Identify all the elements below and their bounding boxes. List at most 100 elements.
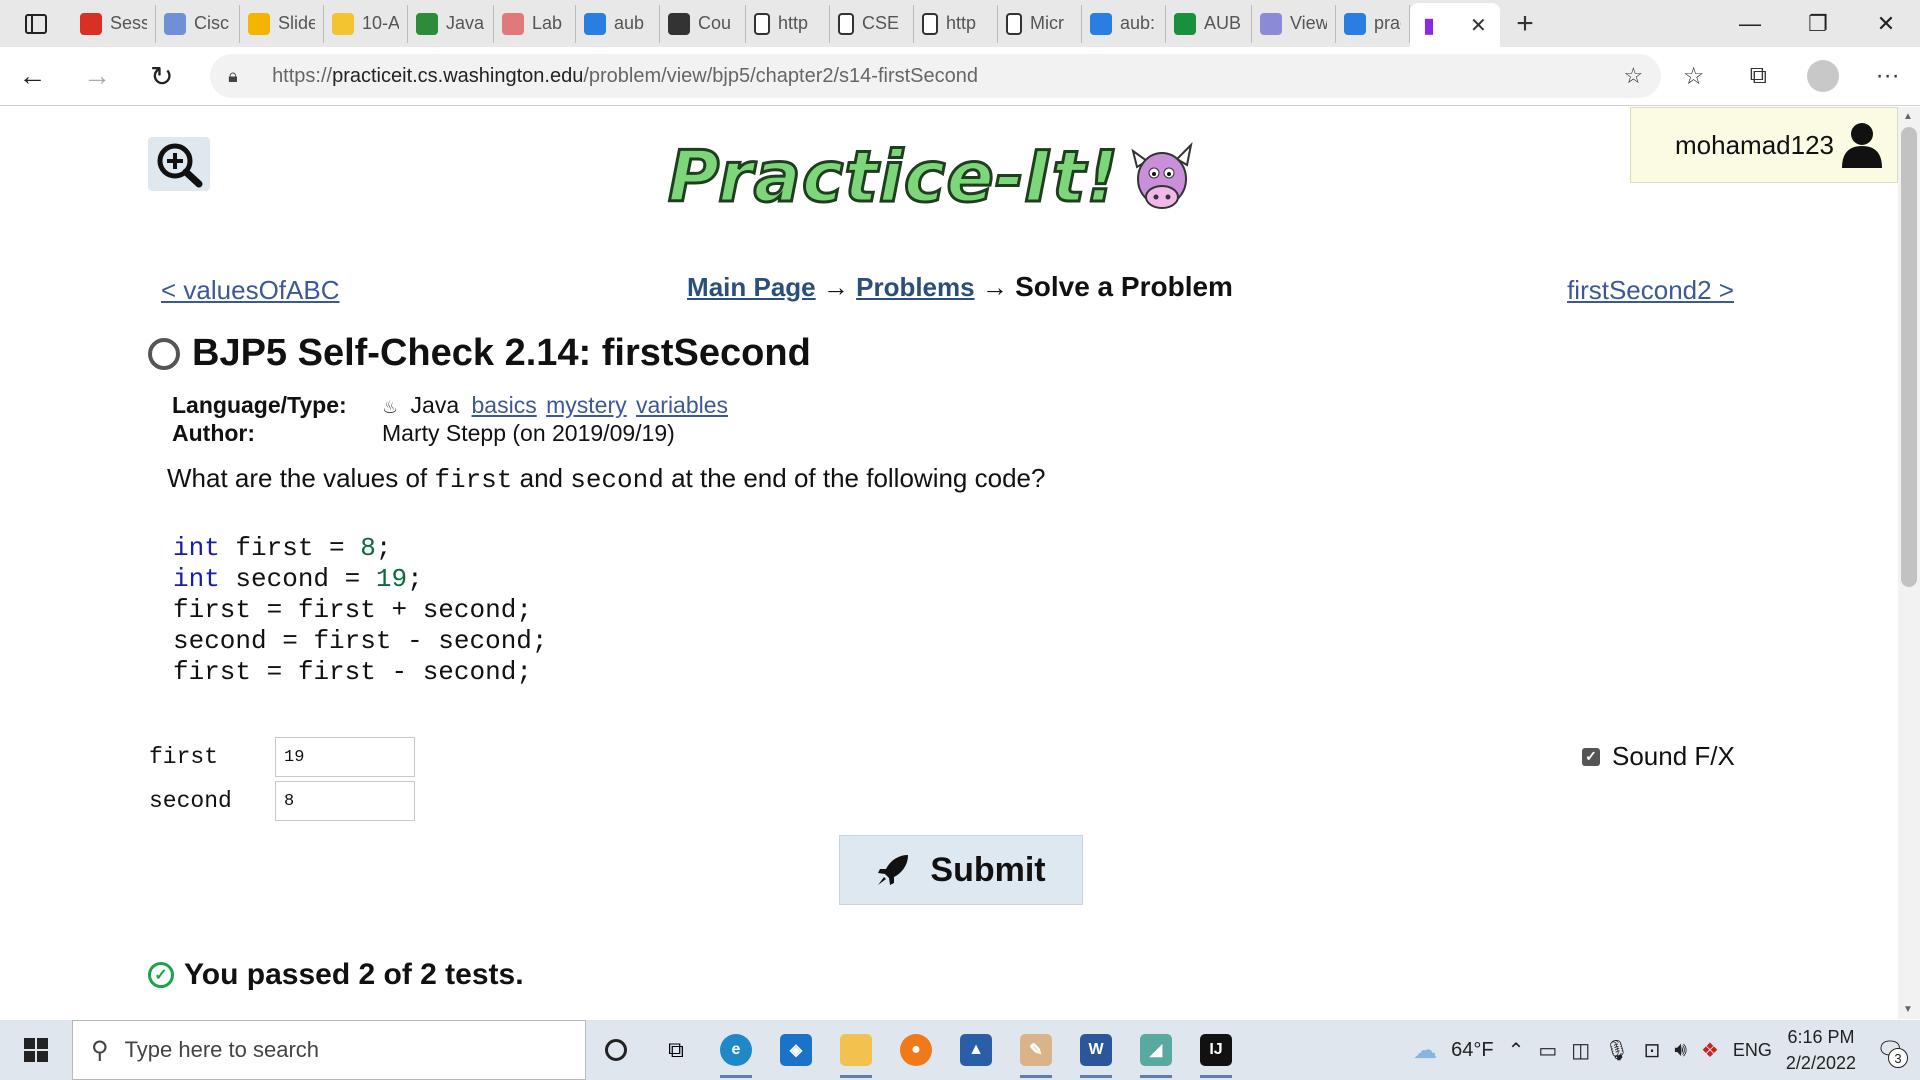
clock-date: 2/2/2022	[1785, 1053, 1856, 1073]
tab-title: CSE	[862, 13, 900, 33]
cortana-icon	[605, 1039, 627, 1061]
close-tab-icon[interactable]: ✕	[1470, 13, 1487, 38]
profile-button[interactable]	[1791, 47, 1856, 106]
browser-tab[interactable]: 10-A	[324, 4, 408, 43]
forward-button[interactable]: →	[65, 47, 130, 106]
url-field[interactable]: 🔒︎ https://practiceit.cs.washington.edu/…	[210, 54, 1662, 98]
task-view-button[interactable]: ⧉	[646, 1020, 706, 1080]
browser-tab[interactable]: aub	[576, 4, 660, 43]
answer-label-second: second	[149, 788, 232, 814]
microphone-icon[interactable]: 🎙︎	[1604, 1038, 1629, 1063]
practice-it-logo[interactable]: Practice-It!	[666, 127, 1193, 227]
network-icon[interactable]: ⊡	[1644, 1038, 1661, 1063]
browser-tab[interactable]: Slide	[240, 4, 324, 43]
taskbar-brave[interactable]: ●	[886, 1020, 946, 1080]
page-scrollbar[interactable]: ▲ ▼	[1898, 107, 1920, 1019]
browser-tab[interactable]: aub:	[1082, 4, 1166, 43]
taskbar-search-box[interactable]: ⚲ Type here to search	[72, 1020, 586, 1080]
browser-tab[interactable]: AUB	[1166, 4, 1252, 43]
zoom-in-button[interactable]	[148, 137, 210, 191]
page-content: Practice-It! mohamad123 < valuesOfABC Ma…	[0, 107, 1898, 1019]
page-icon	[922, 12, 938, 35]
user-box[interactable]: mohamad123	[1630, 107, 1898, 183]
question-text: What are the values of first and second …	[167, 463, 1046, 495]
tab-actions-button[interactable]	[0, 0, 72, 47]
problem-meta: Language/Type: ♨ Java basics mystery var…	[172, 391, 728, 447]
tab-title: Cisc	[194, 13, 229, 33]
browser-tab[interactable]: http	[746, 4, 830, 43]
tab-title: aub:	[1120, 13, 1156, 33]
page-title: BJP5 Self-Check 2.14: firstSecond	[192, 332, 811, 374]
taskbar-word[interactable]: W	[1066, 1020, 1126, 1080]
collections-icon[interactable]: ⧉	[1726, 47, 1791, 106]
answer-input-first[interactable]	[275, 737, 415, 777]
clock[interactable]: 6:16 PM 2/2/2022	[1786, 1024, 1856, 1076]
practice-it-cow-icon: ▮	[1418, 14, 1440, 37]
answer-input-second[interactable]	[275, 781, 415, 821]
browser-tab[interactable]: Cou	[660, 4, 746, 43]
taskbar-store[interactable]: ◈	[766, 1020, 826, 1080]
restore-button[interactable]: ❐	[1784, 0, 1852, 47]
cortana-button[interactable]	[586, 1020, 646, 1080]
app-icon: ◢	[1140, 1034, 1172, 1066]
taskbar-file-explorer[interactable]	[826, 1020, 886, 1080]
cow-mascot-icon	[1127, 137, 1193, 217]
breadcrumb-main-page[interactable]: Main Page	[687, 272, 816, 302]
windows-icon	[24, 1038, 48, 1062]
check-circle-icon: ✓	[148, 962, 174, 988]
search-icon: ⚲	[91, 1036, 109, 1064]
input-language[interactable]: ENG	[1733, 1040, 1772, 1061]
store-icon: ◈	[780, 1034, 812, 1066]
new-tab-button[interactable]: +	[1500, 0, 1550, 47]
problem-header: BJP5 Self-Check 2.14: firstSecond	[148, 332, 811, 375]
taskbar-paint[interactable]: ✎	[1006, 1020, 1066, 1080]
tab-title: Lab	[532, 13, 563, 33]
browser-tab[interactable]: Java	[408, 4, 494, 43]
browser-tab[interactable]: Sess	[72, 4, 156, 43]
paint-icon: ✎	[1020, 1034, 1052, 1066]
browser-tab[interactable]: View	[1252, 4, 1336, 43]
active-tab[interactable]: ▮ ✕	[1410, 3, 1500, 47]
taskbar-app[interactable]: ◢	[1126, 1020, 1186, 1080]
scroll-up-icon[interactable]: ▲	[1903, 111, 1913, 122]
weather-temp[interactable]: 64°F	[1451, 1039, 1493, 1062]
tag-link[interactable]: mystery	[546, 392, 627, 418]
browser-tab[interactable]: prac	[1336, 4, 1410, 43]
more-menu-icon[interactable]: ···	[1855, 47, 1920, 106]
browser-tab[interactable]: Cisc	[156, 4, 240, 43]
intellij-icon: IJ	[1200, 1034, 1232, 1066]
browser-tab[interactable]: Lab	[494, 4, 576, 43]
taskbar-edge[interactable]: e	[706, 1020, 766, 1080]
tag-link[interactable]: basics	[472, 392, 537, 418]
breadcrumb-problems[interactable]: Problems	[856, 272, 975, 302]
show-hidden-icons[interactable]: ⌃	[1508, 1038, 1525, 1063]
battery-icon[interactable]: ▭	[1538, 1038, 1557, 1063]
code-line: first = first - second;	[173, 657, 532, 687]
add-favorite-icon[interactable]: ☆	[1624, 63, 1644, 89]
submit-button[interactable]: Submit	[839, 835, 1083, 905]
dropbox-icon[interactable]: ❖	[1701, 1038, 1719, 1063]
browser-tab[interactable]: http	[914, 4, 998, 43]
browser-tab[interactable]: CSE	[830, 4, 914, 43]
scroll-down-icon[interactable]: ▼	[1903, 1004, 1913, 1015]
volume-icon[interactable]: 🔊︎	[1674, 1039, 1687, 1062]
taskbar-photos[interactable]: ▲	[946, 1020, 1006, 1080]
sound-fx-toggle[interactable]: ✓ Sound F/X	[1582, 741, 1735, 772]
weather-icon[interactable]: ☁	[1413, 1036, 1437, 1065]
scrollbar-thumb[interactable]	[1901, 127, 1917, 587]
next-problem-link[interactable]: firstSecond2 >	[1567, 275, 1734, 306]
taskbar-intellij[interactable]: IJ	[1186, 1020, 1246, 1080]
browser-tab[interactable]: Micr	[998, 4, 1082, 43]
tag-link[interactable]: variables	[636, 392, 728, 418]
sound-checkbox[interactable]: ✓	[1582, 747, 1600, 766]
meet-now-icon[interactable]: ◫	[1571, 1038, 1590, 1063]
language-value: Java	[410, 391, 460, 418]
tab-title: prac	[1374, 13, 1401, 33]
notifications-button[interactable]: 🗨︎ 3	[1870, 1030, 1910, 1070]
close-window-button[interactable]: ✕	[1852, 0, 1920, 47]
favorites-icon[interactable]: ☆	[1661, 47, 1726, 106]
refresh-button[interactable]: ↻	[129, 47, 194, 106]
back-button[interactable]: ←	[0, 47, 65, 106]
start-button[interactable]	[0, 1020, 72, 1080]
minimize-button[interactable]: —	[1716, 0, 1784, 47]
